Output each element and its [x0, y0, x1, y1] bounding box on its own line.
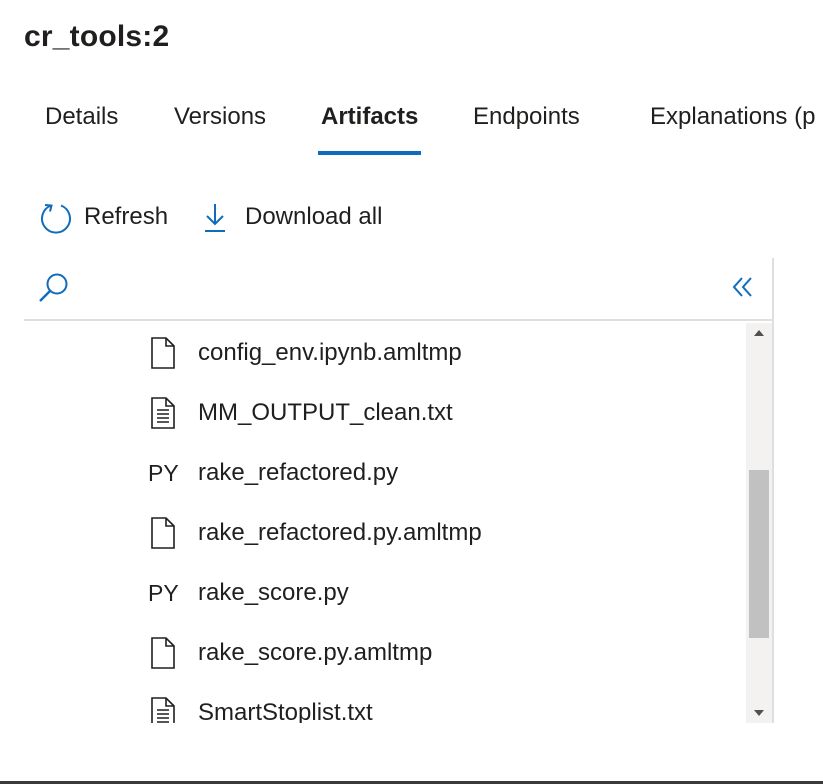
tab-bar: Details Versions Artifacts Endpoints Exp…	[0, 100, 823, 158]
refresh-icon	[41, 204, 71, 234]
page-title: cr_tools:2	[24, 20, 170, 53]
artifacts-file-panel: config_env.ipynb.amltmp MM_OUTPUT_clean.…	[24, 258, 774, 723]
file-name: rake_refactored.py.amltmp	[198, 519, 482, 546]
blank-file-icon	[151, 337, 175, 369]
text-file-icon	[151, 397, 175, 429]
tab-label: Explanations (p	[650, 103, 816, 130]
file-list: config_env.ipynb.amltmp MM_OUTPUT_clean.…	[24, 323, 746, 723]
tab-details[interactable]: Details	[45, 100, 118, 158]
active-tab-underline	[318, 151, 422, 155]
tab-label: Endpoints	[473, 103, 580, 130]
file-row-smartstoplist-txt[interactable]: SmartStoplist.txt	[24, 683, 746, 723]
scrollbar-thumb[interactable]	[749, 470, 769, 638]
download-all-label: Download all	[245, 203, 383, 230]
file-row-config-env-ipynb-amltmp[interactable]: config_env.ipynb.amltmp	[24, 323, 746, 383]
file-name: SmartStoplist.txt	[198, 699, 373, 723]
file-row-rake-score-py[interactable]: PY rake_score.py	[24, 563, 746, 623]
file-search-bar	[24, 258, 772, 321]
file-list-scrollbar[interactable]	[746, 323, 772, 723]
tab-label: Artifacts	[321, 103, 419, 130]
file-row-rake-score-py-amltmp[interactable]: rake_score.py.amltmp	[24, 623, 746, 683]
scroll-down-arrow-icon[interactable]	[746, 703, 772, 723]
artifacts-toolbar: Refresh Download all	[0, 196, 823, 238]
tab-versions[interactable]: Versions	[174, 100, 266, 158]
file-name: config_env.ipynb.amltmp	[198, 339, 462, 366]
tab-label: Versions	[174, 103, 267, 130]
file-name: rake_refactored.py	[198, 459, 399, 486]
search-icon[interactable]	[36, 270, 72, 306]
file-row-mm-output-clean-txt[interactable]: MM_OUTPUT_clean.txt	[24, 383, 746, 443]
file-row-rake-refactored-py-amltmp[interactable]: rake_refactored.py.amltmp	[24, 503, 746, 563]
blank-file-icon	[151, 637, 175, 669]
file-name: rake_score.py.amltmp	[198, 639, 433, 666]
file-row-rake-refactored-py[interactable]: PY rake_refactored.py	[24, 443, 746, 503]
download-icon	[205, 204, 225, 232]
tab-artifacts[interactable]: Artifacts	[318, 100, 422, 158]
py-file-icon: PY	[148, 580, 179, 606]
tab-endpoints[interactable]: Endpoints	[473, 100, 580, 158]
file-name: MM_OUTPUT_clean.txt	[198, 399, 453, 426]
tab-explanations[interactable]: Explanations (p	[650, 100, 815, 158]
text-file-icon	[151, 697, 175, 723]
blank-file-icon	[151, 517, 175, 549]
collapse-panel-icon[interactable]	[728, 272, 758, 302]
refresh-button[interactable]: Refresh	[38, 196, 168, 238]
scroll-up-arrow-icon[interactable]	[746, 323, 772, 343]
refresh-label: Refresh	[84, 203, 169, 230]
download-all-button[interactable]: Download all	[199, 196, 382, 238]
file-name: rake_score.py	[198, 579, 349, 606]
py-file-icon: PY	[148, 460, 179, 486]
tab-label: Details	[45, 103, 119, 130]
